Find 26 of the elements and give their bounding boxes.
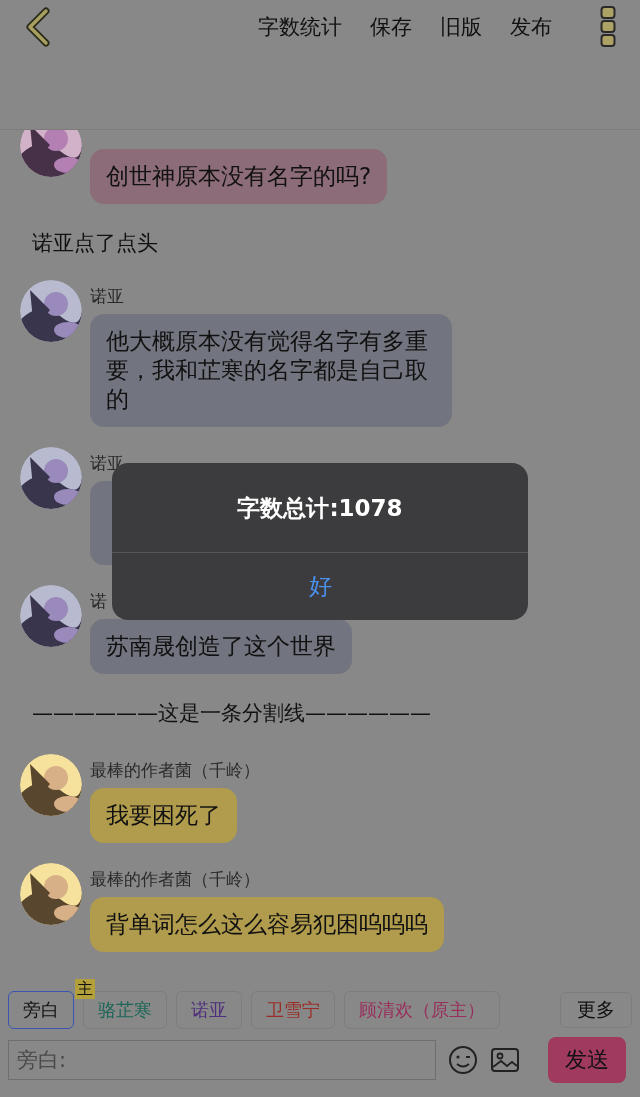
message-bubble: 创世神原本没有名字的吗?	[90, 149, 388, 204]
menu-icon[interactable]	[600, 5, 616, 49]
emoji-icon[interactable]	[448, 1045, 478, 1075]
input-field[interactable]: 旁白:	[8, 1040, 436, 1080]
message-bubble: 背单词怎么这么容易犯困呜呜呜	[90, 897, 444, 952]
header-action[interactable]: 字数统计	[258, 13, 342, 41]
sender-name: 最棒的作者菌（千岭）	[90, 869, 260, 889]
role-tab[interactable]: 诺亚	[176, 991, 242, 1029]
send-button[interactable]: 发送	[548, 1037, 626, 1083]
ok-button[interactable]: 好	[112, 552, 528, 620]
divider-text: ——————这是一条分割线——————	[32, 700, 432, 726]
header-action[interactable]: 发布	[510, 13, 552, 41]
message-bubble: 苏南晟创造了这个世界	[90, 619, 352, 674]
header-action[interactable]: 旧版	[440, 13, 482, 41]
message-bubble: 我要困死了	[90, 788, 237, 843]
sender-name: 诺亚	[90, 286, 124, 306]
image-icon[interactable]	[490, 1045, 520, 1075]
message-bubble: 他大概原本没有觉得名字有多重要，我和芷寒的名字都是自己取的	[90, 314, 452, 427]
more-button[interactable]: 更多	[560, 992, 632, 1028]
role-tab[interactable]: 旁白	[8, 991, 74, 1029]
header-action[interactable]: 保存	[370, 13, 412, 41]
narration-text: 诺亚点了点头	[32, 230, 159, 256]
sender-name: 最棒的作者菌（千岭）	[90, 760, 260, 780]
dialog-message: 字数总计:1078	[236, 494, 404, 523]
sender-name: 诺	[90, 591, 107, 611]
lead-badge: 主	[75, 979, 95, 999]
